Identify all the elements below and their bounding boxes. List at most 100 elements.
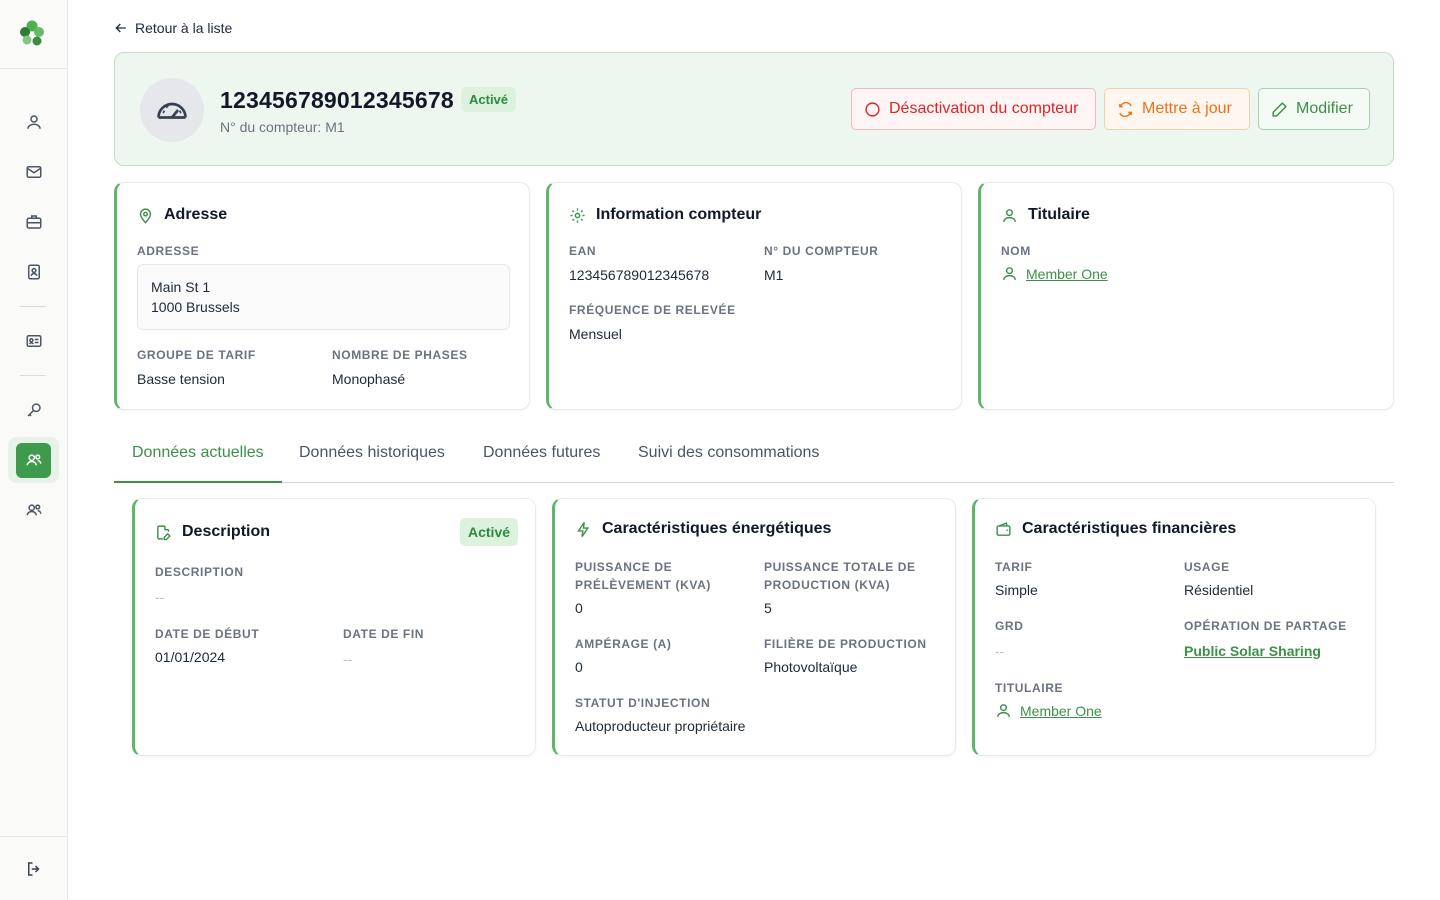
- sharing-operation-label: OPÉRATION DE PARTAGE: [1184, 619, 1347, 633]
- description-label: DESCRIPTION: [155, 565, 244, 579]
- edit-button[interactable]: Modifier: [1258, 88, 1370, 130]
- grd-value: --: [995, 643, 1005, 659]
- main-content: Retour à la liste 123456789012345678 Act…: [68, 0, 1440, 900]
- withdrawal-power-value: 0: [575, 600, 583, 616]
- logout-button[interactable]: [8, 846, 59, 892]
- back-to-list-link[interactable]: Retour à la liste: [113, 20, 232, 36]
- arrow-left-icon: [115, 23, 126, 33]
- logout-icon: [27, 862, 40, 876]
- tariff-label: TARIF: [995, 560, 1033, 574]
- lightning-icon: [577, 521, 590, 537]
- users-icon: [26, 454, 41, 466]
- sidebar-item-contacts[interactable]: [8, 249, 59, 295]
- tariff-group-value: Basse tension: [137, 371, 225, 387]
- production-label-line-1: PUISSANCE TOTALE DE: [764, 560, 916, 574]
- finance-card-title: Caractéristiques financières: [995, 520, 1236, 538]
- withdrawal-label-line-2: PRÉLÈVEMENT (KVA): [575, 578, 711, 592]
- edit-document-icon: [157, 524, 171, 540]
- energy-card-title: Caractéristiques énergétiques: [575, 520, 831, 538]
- address-line-2: 1000 Brussels: [151, 299, 240, 315]
- end-date-label: DATE DE FIN: [343, 627, 425, 641]
- withdrawal-label-line-1: PUISSANCE DE: [575, 560, 673, 574]
- deactivate-label: Désactivation du compteur: [889, 100, 1079, 117]
- financial-characteristics-card: Caractéristiques financières TARIF Simpl…: [972, 498, 1376, 756]
- gear-icon: [570, 207, 585, 223]
- app-logo[interactable]: [17, 18, 47, 48]
- holder-card: Titulaire NOM Member One: [978, 182, 1394, 410]
- address-box: Main St 1 1000 Brussels: [137, 264, 510, 330]
- status-badge: Activé: [461, 87, 517, 112]
- sidebar-divider: [0, 836, 68, 837]
- sidebar-item-members-active[interactable]: [8, 437, 59, 483]
- frequency-label: FRÉQUENCE DE RELEVÉE: [569, 303, 736, 317]
- finance-holder-link[interactable]: Member One: [995, 702, 1102, 719]
- sidebar-item-groups[interactable]: [8, 487, 59, 533]
- back-link-label: Retour à la liste: [135, 20, 233, 36]
- data-tabs: Données actuelles Données historiques Do…: [114, 436, 1394, 483]
- briefcase-icon: [26, 215, 41, 229]
- deactivate-meter-button[interactable]: Désactivation du compteur: [851, 88, 1096, 130]
- production-sector-value: Photovoltaïque: [764, 659, 858, 675]
- usage-label: USAGE: [1184, 560, 1230, 574]
- tab-current-data[interactable]: Données actuelles: [114, 436, 282, 483]
- meter-number-label: N° DU COMPTEUR: [764, 244, 879, 258]
- circle-icon: [865, 101, 880, 117]
- meter-header-card: 123456789012345678 Activé N° du compteur…: [114, 52, 1394, 166]
- update-button[interactable]: Mettre à jour: [1104, 88, 1250, 130]
- key-icon: [26, 403, 41, 417]
- phases-value: Monophasé: [332, 371, 406, 387]
- address-card: Adresse ADRESSE Main St 1 1000 Brussels …: [114, 182, 530, 410]
- grd-label: GRD: [995, 619, 1024, 633]
- ean-value: 123456789012345678: [569, 267, 710, 283]
- user-icon: [26, 115, 41, 129]
- description-card: Description Activé DESCRIPTION -- DATE D…: [132, 498, 536, 756]
- production-label-line-2: PRODUCTION (KVA): [764, 578, 891, 592]
- address-line-1: Main St 1: [151, 279, 211, 295]
- meter-info-card-title: Information compteur: [569, 206, 761, 224]
- sidebar-item-briefcase[interactable]: [8, 199, 59, 245]
- sidebar-item-profile[interactable]: [8, 99, 59, 145]
- frequency-value: Mensuel: [569, 326, 622, 342]
- finance-title-text: Caractéristiques financières: [1022, 520, 1237, 537]
- user-icon: [1003, 208, 1016, 222]
- gauge-icon: [157, 102, 187, 119]
- tab-consumption-tracking[interactable]: Suivi des consommations: [620, 436, 837, 482]
- sharing-operation-link[interactable]: Public Solar Sharing: [1184, 643, 1321, 659]
- withdrawal-power-label: PUISSANCE DE PRÉLÈVEMENT (KVA): [575, 558, 711, 594]
- description-card-title: Description: [155, 523, 270, 541]
- amperage-label: AMPÉRAGE (A): [575, 637, 672, 651]
- phases-label: NOMBRE DE PHASES: [332, 348, 468, 362]
- holder-name-link[interactable]: Member One: [1001, 265, 1108, 282]
- users-icon: [26, 504, 41, 516]
- update-label: Mettre à jour: [1142, 100, 1232, 117]
- tab-historical-data[interactable]: Données historiques: [281, 436, 463, 482]
- sidebar-divider: [20, 375, 46, 376]
- meter-number-value: M1: [764, 267, 784, 283]
- sidebar-item-id-card[interactable]: [8, 318, 59, 364]
- injection-status-value: Autoproducteur propriétaire: [575, 718, 746, 734]
- sidebar-divider: [20, 306, 46, 307]
- user-icon: [997, 704, 1010, 717]
- pencil-icon: [1272, 101, 1287, 117]
- production-sector-label: FILIÈRE DE PRODUCTION: [764, 637, 927, 651]
- holder-title-text: Titulaire: [1028, 206, 1090, 223]
- sidebar-item-search[interactable]: [8, 387, 59, 433]
- address-card-title: Adresse: [137, 206, 227, 224]
- usage-value: Résidentiel: [1184, 582, 1254, 598]
- ean-label: EAN: [569, 244, 597, 258]
- meter-info-title-text: Information compteur: [596, 206, 762, 223]
- contact-book-icon: [27, 264, 40, 280]
- meter-avatar: [140, 78, 204, 142]
- map-pin-icon: [139, 207, 152, 224]
- energy-characteristics-card: Caractéristiques énergétiques PUISSANCE …: [552, 498, 956, 756]
- description-title-text: Description: [182, 523, 271, 540]
- sidebar-divider: [0, 68, 68, 69]
- mail-icon: [26, 166, 41, 178]
- address-title-text: Adresse: [164, 206, 228, 223]
- address-label: ADRESSE: [137, 244, 200, 258]
- meter-info-card: Information compteur EAN 123456789012345…: [546, 182, 962, 410]
- sidebar-item-messages[interactable]: [8, 149, 59, 195]
- tab-future-data[interactable]: Données futures: [465, 436, 618, 482]
- edit-label: Modifier: [1296, 100, 1353, 117]
- start-date-label: DATE DE DÉBUT: [155, 627, 260, 641]
